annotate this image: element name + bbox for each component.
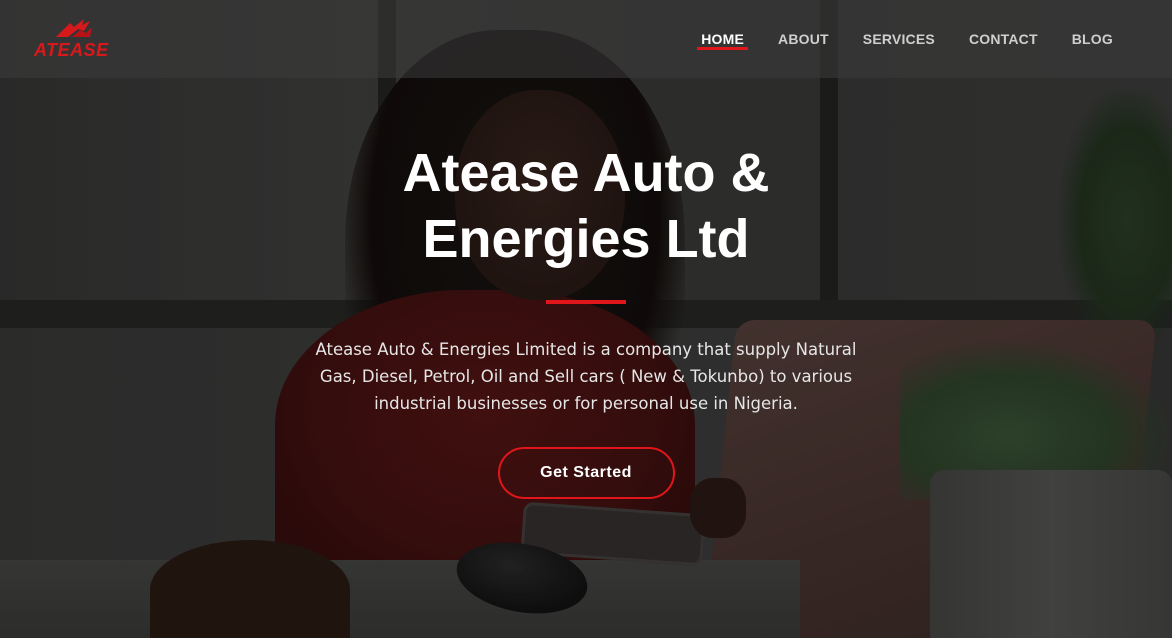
hero-title: Atease Auto & Energies Ltd — [402, 143, 770, 269]
brand-logo[interactable]: ATEASE — [34, 17, 126, 61]
main-nav: HOME ABOUT SERVICES CONTACT BLOG — [684, 0, 1130, 78]
get-started-button[interactable]: Get Started — [497, 447, 675, 499]
brand-name: ATEASE — [34, 40, 109, 60]
nav-item-blog[interactable]: BLOG — [1055, 0, 1130, 78]
site-header: ATEASE HOME ABOUT SERVICES CONTACT BLOG — [0, 0, 1172, 78]
nav-item-contact[interactable]: CONTACT — [952, 0, 1055, 78]
hero-divider — [546, 300, 626, 304]
nav-item-home[interactable]: HOME — [684, 0, 761, 78]
arrow-logo-icon — [56, 19, 92, 37]
nav-item-about[interactable]: ABOUT — [761, 0, 846, 78]
hero-description: Atease Auto & Energies Limited is a comp… — [315, 340, 857, 413]
nav-item-services[interactable]: SERVICES — [846, 0, 952, 78]
hero-section: Atease Auto & Energies Ltd Atease Auto &… — [0, 78, 1172, 499]
